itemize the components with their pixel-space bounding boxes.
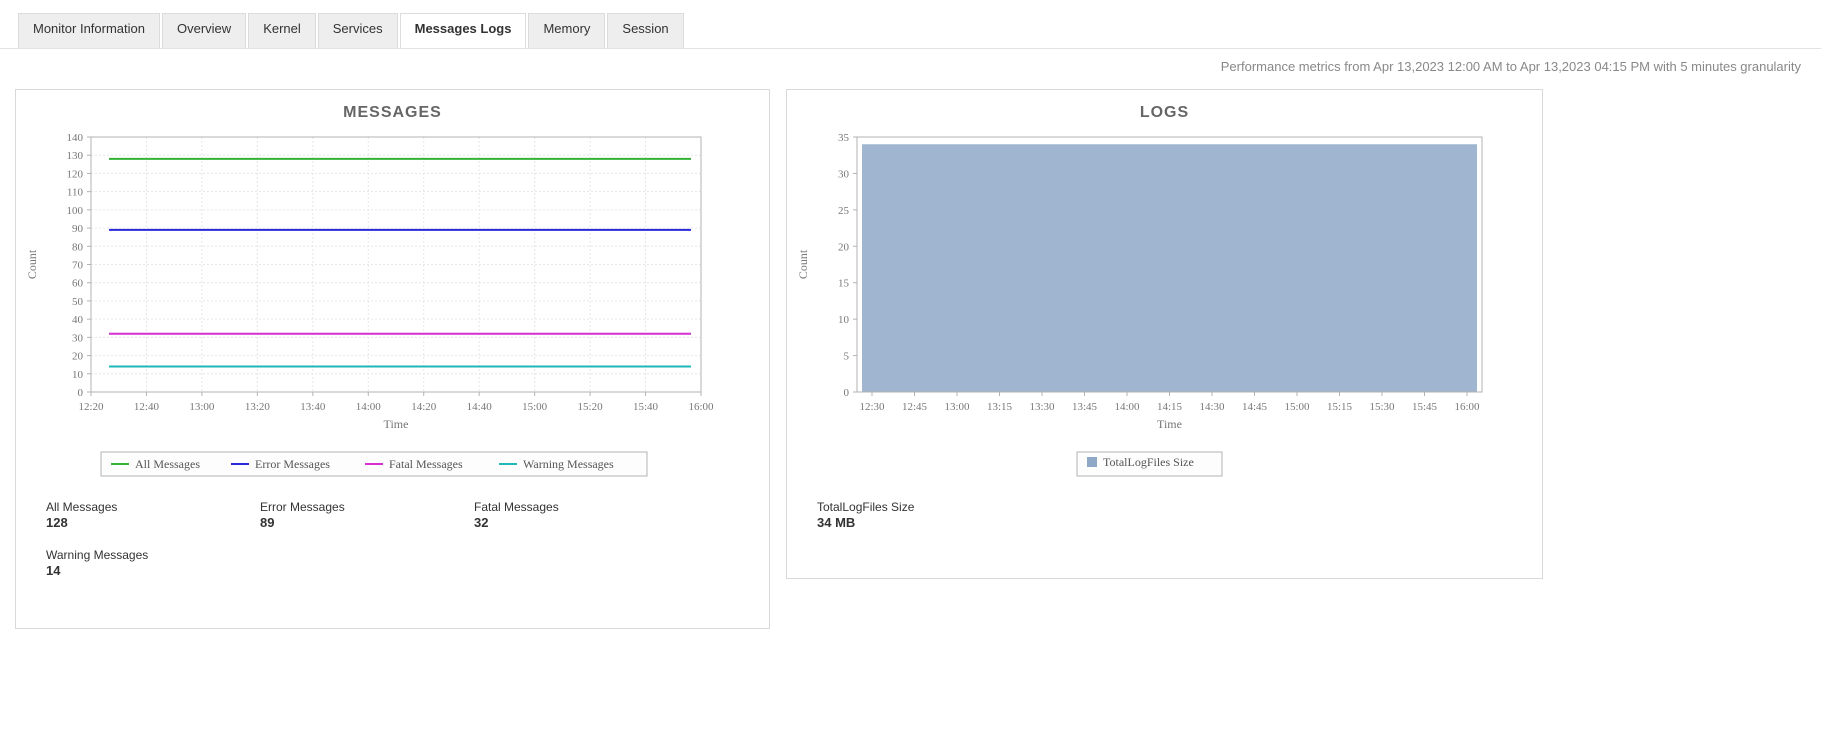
summary-all-value: 128 <box>46 514 196 530</box>
tab-kernel[interactable]: Kernel <box>248 13 316 48</box>
svg-text:13:20: 13:20 <box>245 401 271 413</box>
svg-text:30: 30 <box>838 168 850 180</box>
svg-text:16:00: 16:00 <box>688 401 714 413</box>
svg-text:120: 120 <box>67 168 84 180</box>
svg-text:Count: Count <box>25 249 39 279</box>
svg-text:90: 90 <box>72 223 84 235</box>
svg-text:Error Messages: Error Messages <box>255 457 330 471</box>
svg-text:Time: Time <box>1157 417 1182 431</box>
svg-text:60: 60 <box>72 278 84 290</box>
svg-text:12:45: 12:45 <box>902 401 928 413</box>
svg-text:14:00: 14:00 <box>1114 401 1140 413</box>
summary-log-value: 34 MB <box>817 514 1017 530</box>
svg-text:0: 0 <box>78 387 84 399</box>
svg-text:35: 35 <box>838 132 850 144</box>
svg-text:15: 15 <box>838 278 850 290</box>
logs-summary: TotalLogFiles Size 34 MB <box>787 484 1542 548</box>
logs-chart-title: LOGS <box>787 90 1542 132</box>
svg-text:TotalLogFiles Size: TotalLogFiles Size <box>1103 455 1194 469</box>
svg-text:15:20: 15:20 <box>578 401 604 413</box>
svg-text:14:20: 14:20 <box>411 401 437 413</box>
svg-text:140: 140 <box>67 132 84 144</box>
tab-session[interactable]: Session <box>607 13 683 48</box>
svg-text:13:15: 13:15 <box>987 401 1013 413</box>
tab-bar: Monitor Information Overview Kernel Serv… <box>0 0 1821 49</box>
svg-text:14:30: 14:30 <box>1199 401 1225 413</box>
summary-warning-value: 14 <box>46 562 196 578</box>
svg-text:14:45: 14:45 <box>1242 401 1268 413</box>
svg-text:13:30: 13:30 <box>1029 401 1055 413</box>
svg-text:0: 0 <box>844 387 850 399</box>
svg-text:16:00: 16:00 <box>1454 401 1480 413</box>
svg-text:70: 70 <box>72 260 84 272</box>
logs-chart: 0 5 10 15 20 25 30 35 12:30 12:45 13:00 13:15 13:30 1… <box>787 132 1507 432</box>
svg-text:40: 40 <box>72 314 84 326</box>
svg-text:12:30: 12:30 <box>859 401 885 413</box>
summary-error-label: Error Messages <box>260 500 410 514</box>
svg-text:All Messages: All Messages <box>135 457 200 471</box>
summary-all-label: All Messages <box>46 500 196 514</box>
svg-text:80: 80 <box>72 241 84 253</box>
svg-text:130: 130 <box>67 150 84 162</box>
tab-memory[interactable]: Memory <box>528 13 605 48</box>
svg-text:15:40: 15:40 <box>633 401 659 413</box>
tab-services[interactable]: Services <box>318 13 398 48</box>
svg-text:30: 30 <box>72 332 84 344</box>
logs-panel: LOGS 0 5 10 15 20 25 30 35 12:30 12:45 13:00 13:15 1… <box>786 89 1543 579</box>
summary-warning-label: Warning Messages <box>46 548 196 562</box>
svg-text:Fatal Messages: Fatal Messages <box>389 457 463 471</box>
summary-log-label: TotalLogFiles Size <box>817 500 1017 514</box>
messages-summary: All Messages 128 Error Messages 89 Fatal… <box>16 484 769 596</box>
svg-text:Warning Messages: Warning Messages <box>523 457 614 471</box>
svg-text:25: 25 <box>838 205 850 217</box>
summary-fatal-value: 32 <box>474 514 624 530</box>
svg-text:14:40: 14:40 <box>467 401 493 413</box>
svg-text:13:00: 13:00 <box>944 401 970 413</box>
svg-text:10: 10 <box>72 369 84 381</box>
svg-text:15:30: 15:30 <box>1369 401 1395 413</box>
svg-text:13:40: 13:40 <box>300 401 326 413</box>
svg-text:12:40: 12:40 <box>134 401 160 413</box>
svg-text:14:15: 14:15 <box>1157 401 1183 413</box>
svg-text:100: 100 <box>67 205 84 217</box>
svg-text:110: 110 <box>67 187 84 199</box>
tab-overview[interactable]: Overview <box>162 13 246 48</box>
metrics-range-label: Performance metrics from Apr 13,2023 12:… <box>0 49 1821 74</box>
messages-panel: MESSAGES 0 10 20 30 40 50 60 70 80 90 100 110 120 130… <box>15 89 770 629</box>
svg-text:12:20: 12:20 <box>78 401 104 413</box>
svg-text:15:15: 15:15 <box>1327 401 1353 413</box>
svg-text:Time: Time <box>384 417 409 431</box>
svg-text:15:00: 15:00 <box>522 401 548 413</box>
svg-text:10: 10 <box>838 314 850 326</box>
svg-text:15:00: 15:00 <box>1284 401 1310 413</box>
tab-messages-logs[interactable]: Messages Logs <box>400 13 527 48</box>
svg-text:13:00: 13:00 <box>189 401 215 413</box>
svg-text:20: 20 <box>72 351 84 363</box>
svg-text:20: 20 <box>838 241 850 253</box>
summary-fatal-label: Fatal Messages <box>474 500 624 514</box>
messages-chart-title: MESSAGES <box>16 90 769 132</box>
svg-text:Count: Count <box>796 249 810 279</box>
svg-text:14:00: 14:00 <box>356 401 382 413</box>
summary-error-value: 89 <box>260 514 410 530</box>
svg-text:13:45: 13:45 <box>1072 401 1098 413</box>
tab-monitor-information[interactable]: Monitor Information <box>18 13 160 48</box>
messages-chart: 0 10 20 30 40 50 60 70 80 90 100 110 120 130 140 12:20 1… <box>16 132 726 432</box>
svg-text:50: 50 <box>72 296 84 308</box>
svg-text:5: 5 <box>844 351 850 363</box>
svg-text:15:45: 15:45 <box>1412 401 1438 413</box>
